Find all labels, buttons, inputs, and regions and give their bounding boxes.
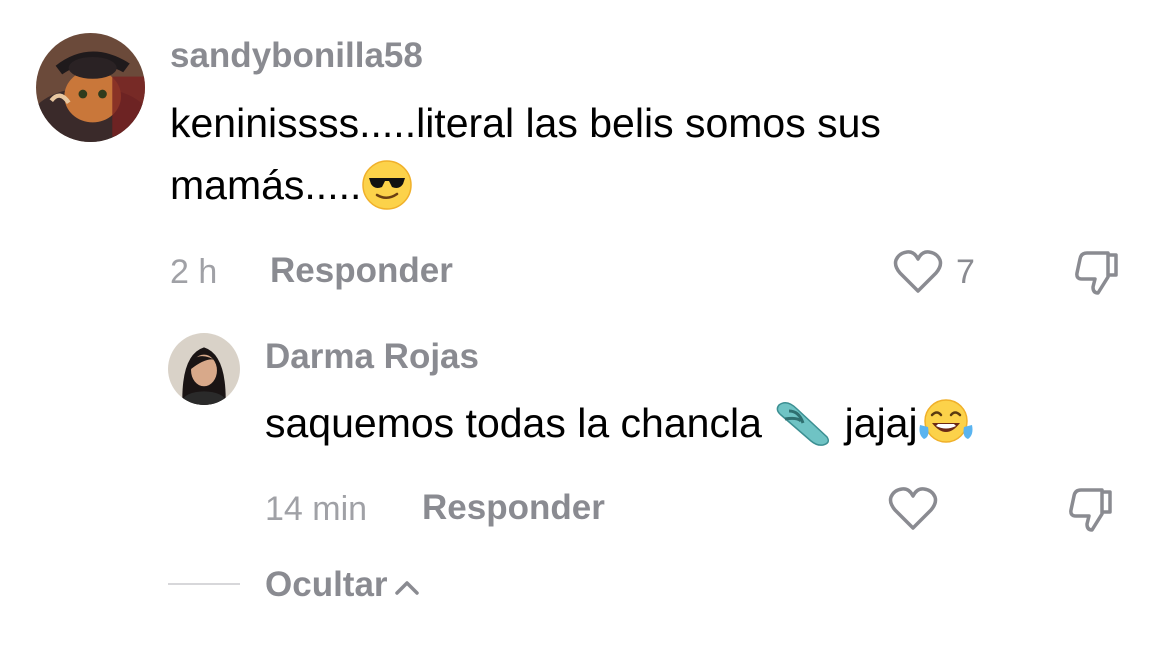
comment-username[interactable]: sandybonilla58 [170, 36, 423, 76]
comment-text-line2-content: mamás..... [170, 162, 362, 208]
sunglasses-emoji-icon [361, 159, 413, 211]
reply-text-part1: saquemos todas la chancla [265, 400, 774, 446]
reply-dislike-icon[interactable] [1066, 486, 1116, 534]
laughing-emoji-icon [918, 397, 974, 449]
reply-username[interactable]: Darma Rojas [265, 337, 479, 377]
avatar[interactable] [36, 33, 145, 142]
comment-time: 2 h [170, 253, 218, 291]
heart-icon[interactable] [892, 249, 944, 295]
chevron-up-icon [394, 565, 420, 605]
hide-replies-button[interactable]: Ocultar [265, 565, 420, 605]
reply-avatar[interactable] [168, 333, 240, 405]
comment-text-line2: mamás..... [170, 154, 1070, 216]
dislike-icon[interactable] [1072, 249, 1122, 297]
sandal-emoji-icon [773, 397, 833, 449]
comment-text: keninissss.....literal las belis somos s… [170, 92, 1070, 216]
reply-time: 14 min [265, 490, 368, 528]
reply-reply-button[interactable]: Responder [422, 488, 605, 528]
reply-heart-icon[interactable] [887, 486, 939, 532]
reply-avatar-image [168, 333, 240, 405]
like-count: 7 [956, 253, 975, 291]
comment-text-line1: keninissss.....literal las belis somos s… [170, 100, 881, 146]
avatar-image [36, 33, 145, 142]
reply-text: saquemos todas la chancla jajaj [265, 392, 1145, 454]
reply-button[interactable]: Responder [270, 251, 453, 291]
hide-replies-label: Ocultar [265, 565, 388, 604]
reply-text-part2: jajaj [833, 400, 918, 446]
divider-line [168, 583, 240, 585]
